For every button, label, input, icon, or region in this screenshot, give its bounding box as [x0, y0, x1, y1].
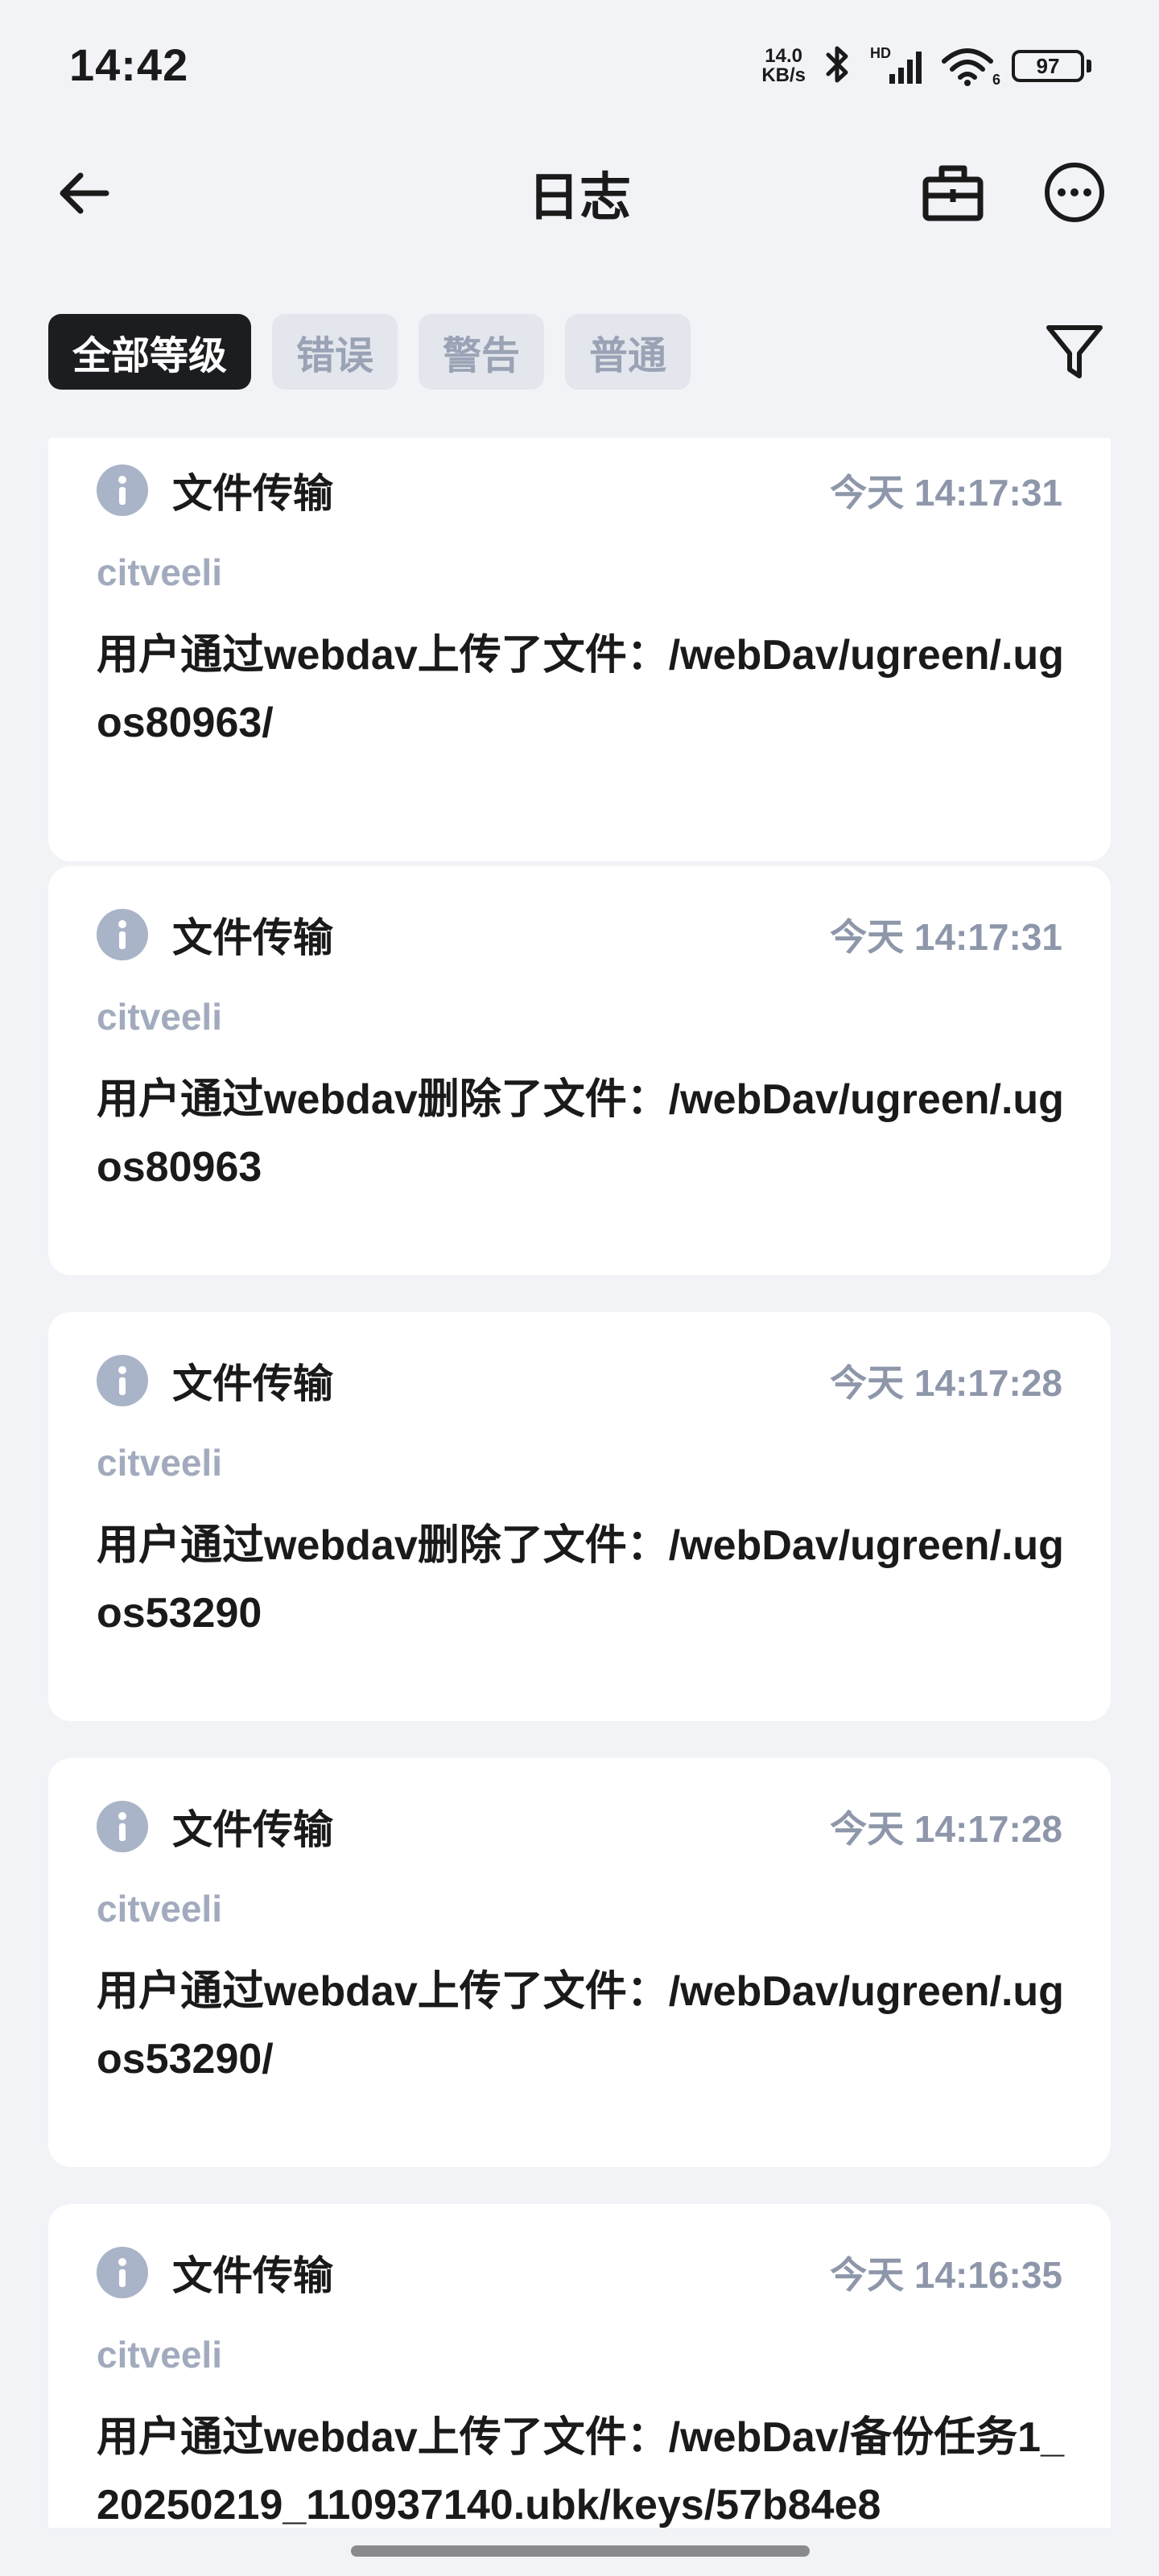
bluetooth-icon — [820, 43, 856, 89]
filter-funnel-icon — [1046, 325, 1103, 378]
log-card-header: 文件传输 今天 14:17:31 — [97, 462, 1062, 518]
log-card[interactable]: 文件传输 今天 14:17:31 citveeli 用户通过webdav删除了文… — [48, 866, 1111, 1275]
more-options-icon — [1045, 163, 1104, 222]
log-page: 14:42 14.0 KB/s HD 6 97 日志 全部等级 错误 警告 普通… — [0, 0, 1159, 2576]
network-speed: 14.0 KB/s — [761, 47, 806, 85]
info-icon — [97, 1355, 148, 1406]
info-icon — [97, 2247, 148, 2298]
log-message: 用户通过webdav上传了文件：/webDav/ugreen/.ugos8096… — [97, 632, 1064, 746]
log-message: 用户通过webdav删除了文件：/webDav/ugreen/.ugos8096… — [97, 1076, 1064, 1191]
info-icon — [97, 464, 148, 516]
log-user: citveeli — [97, 1888, 222, 1930]
level-filter-tabs: 全部等级 错误 警告 普通 — [48, 314, 691, 390]
log-type: 文件传输 — [172, 1807, 333, 1852]
log-time: 今天 14:17:31 — [830, 916, 1062, 958]
log-card[interactable]: 文件传输 今天 14:17:31 citveeli 用户通过webdav上传了文… — [48, 438, 1111, 861]
back-button[interactable] — [48, 161, 121, 225]
app-header: 日志 — [0, 137, 1159, 242]
log-card-header: 文件传输 今天 14:17:31 — [97, 906, 1062, 963]
filter-tab-warning[interactable]: 警告 — [419, 314, 545, 390]
log-time: 今天 14:17:31 — [830, 472, 1062, 514]
log-time: 今天 14:16:35 — [830, 2254, 1062, 2296]
log-card-header: 文件传输 今天 14:16:35 — [97, 2244, 1062, 2301]
cell-signal-icon: HD — [870, 45, 926, 87]
log-message: 用户通过webdav上传了文件：/webDav/备份任务1_20250219_1… — [97, 2414, 1064, 2529]
status-time: 14:42 — [69, 39, 189, 90]
battery-level: 97 — [1012, 50, 1084, 82]
log-type: 文件传输 — [172, 915, 333, 960]
info-icon — [97, 1801, 148, 1852]
toolbox-icon — [922, 165, 984, 221]
log-card-header: 文件传输 今天 14:17:28 — [97, 1352, 1062, 1409]
filter-button[interactable] — [1038, 316, 1111, 388]
log-card[interactable]: 文件传输 今天 14:17:28 citveeli 用户通过webdav上传了文… — [48, 1758, 1111, 2167]
log-type: 文件传输 — [172, 471, 333, 516]
log-message: 用户通过webdav上传了文件：/webDav/ugreen/.ugos5329… — [97, 1968, 1064, 2083]
filter-tab-normal[interactable]: 普通 — [565, 314, 691, 390]
log-list[interactable]: 文件传输 今天 14:17:31 citveeli 用户通过webdav上传了文… — [48, 438, 1111, 2531]
home-indicator[interactable] — [351, 2545, 810, 2557]
log-user: citveeli — [97, 1442, 222, 1484]
log-message: 用户通过webdav删除了文件：/webDav/ugreen/.ugos5329… — [97, 1522, 1064, 1637]
status-bar: 14:42 14.0 KB/s HD 6 97 — [0, 0, 1159, 129]
log-type: 文件传输 — [172, 2253, 333, 2298]
more-options-button[interactable] — [1038, 156, 1111, 229]
info-icon — [97, 909, 148, 960]
log-card[interactable]: 文件传输 今天 14:17:28 citveeli 用户通过webdav删除了文… — [48, 1312, 1111, 1721]
log-user: citveeli — [97, 551, 222, 593]
log-user: citveeli — [97, 2334, 222, 2376]
status-icons: 14.0 KB/s HD 6 97 — [761, 42, 1091, 90]
log-card-header: 文件传输 今天 14:17:28 — [97, 1798, 1062, 1855]
back-arrow-icon — [60, 172, 109, 214]
network-speed-unit: KB/s — [761, 64, 806, 86]
battery-icon: 97 — [1012, 50, 1091, 82]
filter-tab-all-levels[interactable]: 全部等级 — [48, 314, 252, 390]
wifi-icon: 6 — [941, 45, 1000, 88]
toolbox-button[interactable] — [914, 156, 992, 229]
network-speed-value: 14.0 — [765, 45, 803, 67]
log-user: citveeli — [97, 996, 222, 1038]
log-card[interactable]: 文件传输 今天 14:16:35 citveeli 用户通过webdav上传了文… — [48, 2204, 1111, 2531]
log-type: 文件传输 — [172, 1361, 333, 1406]
log-time: 今天 14:17:28 — [830, 1362, 1062, 1404]
log-time: 今天 14:17:28 — [830, 1808, 1062, 1850]
wifi-label: 6 — [992, 72, 1000, 88]
filter-tab-error[interactable]: 错误 — [272, 314, 398, 390]
battery-tip — [1087, 60, 1091, 72]
